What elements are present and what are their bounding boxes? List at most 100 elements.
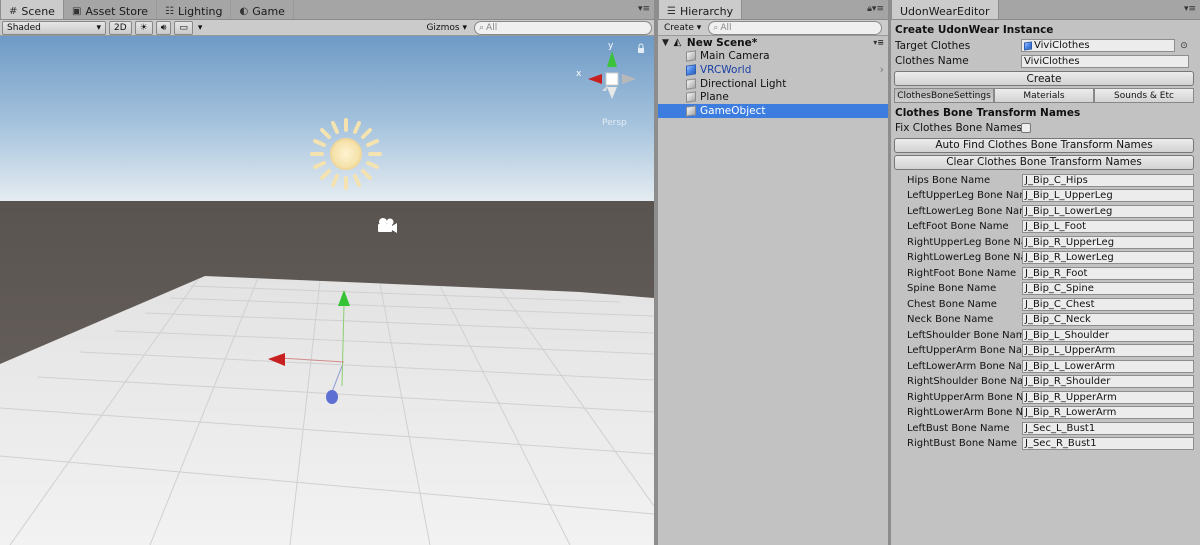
bone-name-label: LeftLowerLeg Bone Name bbox=[907, 205, 1022, 217]
list-item[interactable]: Directional Light bbox=[658, 77, 888, 91]
tab-asset-store[interactable]: ▣ Asset Store bbox=[64, 0, 158, 19]
editor-tabbar: UdonWearEditor ▾≡ bbox=[891, 0, 1200, 20]
bone-name-input[interactable]: J_Bip_L_Foot bbox=[1022, 220, 1194, 234]
tab-label: Lighting bbox=[178, 4, 223, 18]
bone-name-input[interactable]: J_Sec_R_Bust1 bbox=[1022, 437, 1194, 451]
bone-name-label: Chest Bone Name bbox=[907, 298, 997, 310]
game-icon: ◐ bbox=[239, 5, 249, 17]
tab-udonwear-editor[interactable]: UdonWearEditor bbox=[891, 0, 999, 19]
scene-root-label: New Scene* bbox=[686, 36, 758, 49]
persp-label[interactable]: Persp bbox=[602, 118, 627, 128]
create-dropdown[interactable]: Create ▾ bbox=[660, 21, 705, 35]
chevron-right-icon[interactable]: › bbox=[880, 63, 884, 76]
fix-bone-names-checkbox[interactable] bbox=[1021, 122, 1031, 133]
list-item[interactable]: GameObject bbox=[658, 103, 888, 118]
tab-clothes-bone-settings[interactable]: ClothesBoneSettings bbox=[894, 88, 994, 103]
bone-name-input[interactable]: J_Bip_L_UpperLeg bbox=[1022, 189, 1194, 203]
bone-name-input[interactable]: J_Bip_R_UpperArm bbox=[1022, 390, 1194, 404]
scene-panel: # Scene ▣ Asset Store ☷ Lighting ◐ Game … bbox=[0, 0, 654, 545]
auto-find-button[interactable]: Auto Find Clothes Bone Transform Names bbox=[894, 137, 1194, 153]
bone-name-input[interactable]: J_Bip_R_LowerArm bbox=[1022, 406, 1194, 420]
bone-name-input[interactable]: J_Bip_C_Neck bbox=[1022, 313, 1194, 327]
scene-menu-icon[interactable]: ▾≡ bbox=[873, 38, 884, 47]
hierarchy-panel: ☰ Hierarchy 🔒︎▾≡ Create ▾ ⌕ All ▼ ◭ New … bbox=[658, 0, 888, 545]
gameobject-icon bbox=[686, 50, 696, 63]
list-item[interactable]: Main Camera bbox=[658, 50, 888, 64]
2d-toggle[interactable]: 2D bbox=[109, 20, 132, 35]
bone-name-field: RightLowerLeg Bone NameJ_Bip_R_LowerLeg bbox=[894, 250, 1197, 266]
scene-search-input[interactable]: ⌕ All bbox=[474, 20, 652, 35]
bone-name-input[interactable]: J_Bip_C_Hips bbox=[1022, 173, 1194, 187]
list-item[interactable]: Plane bbox=[658, 90, 888, 104]
gameobject-icon bbox=[686, 91, 696, 103]
tab-lighting[interactable]: ☷ Lighting bbox=[157, 0, 232, 19]
sky bbox=[0, 36, 654, 201]
tab-sounds-etc[interactable]: Sounds & Etc bbox=[1094, 88, 1194, 103]
tab-hierarchy[interactable]: ☰ Hierarchy bbox=[658, 0, 743, 19]
shading-mode-dropdown[interactable]: Shaded ▾ bbox=[2, 20, 106, 35]
object-picker-icon[interactable]: ⊙ bbox=[1179, 41, 1189, 51]
create-button[interactable]: Create bbox=[894, 71, 1194, 86]
list-item-label: Plane bbox=[700, 91, 729, 104]
bone-name-input[interactable]: J_Bip_L_Shoulder bbox=[1022, 328, 1194, 342]
tab-label: Scene bbox=[21, 4, 55, 18]
clear-button[interactable]: Clear Clothes Bone Transform Names bbox=[894, 154, 1194, 170]
hierarchy-tabbar: ☰ Hierarchy 🔒︎▾≡ bbox=[658, 0, 888, 20]
expand-arrow-icon[interactable]: ▼ bbox=[662, 38, 669, 48]
bone-list: Hips Bone Name J_Bip_C_Hips LeftUpperLeg B… bbox=[894, 173, 1197, 452]
bone-name-input[interactable]: J_Bip_C_Spine bbox=[1022, 282, 1194, 296]
panel-menu-icon[interactable]: ▾≡ bbox=[1184, 4, 1196, 14]
lighting-toggle-icon[interactable]: ☀ bbox=[134, 20, 153, 35]
list-item[interactable]: VRCWorld › bbox=[658, 63, 888, 77]
scene-viewport[interactable]: y x Persp bbox=[0, 36, 654, 545]
bone-name-field: Chest Bone Name J_Bip_C_Chest bbox=[894, 297, 1197, 313]
fix-bone-names-field: Fix Clothes Bone Names bbox=[894, 120, 1197, 136]
list-item-label: Main Camera bbox=[700, 50, 770, 63]
bone-name-label: Hips Bone Name bbox=[907, 174, 991, 186]
bone-name-input[interactable]: J_Bip_C_Chest bbox=[1022, 297, 1194, 311]
bone-name-field: LeftShoulder Bone Name J_Bip_L_Shoulder bbox=[894, 328, 1197, 344]
panel-menu-icon[interactable]: ▾≡ bbox=[638, 4, 650, 14]
bone-name-input[interactable]: J_Sec_L_Bust1 bbox=[1022, 421, 1194, 435]
panel-menu-icon[interactable]: 🔒︎▾≡ bbox=[867, 4, 884, 14]
sun-icon[interactable] bbox=[310, 118, 382, 190]
tab-label: Asset Store bbox=[85, 4, 149, 18]
bone-name-label: RightUpperArm Bone Name bbox=[907, 391, 1022, 403]
tab-materials[interactable]: Materials bbox=[994, 88, 1094, 103]
lighting-icon: ☷ bbox=[165, 5, 174, 17]
bone-name-input[interactable]: J_Bip_R_Shoulder bbox=[1022, 375, 1194, 389]
tab-scene[interactable]: # Scene bbox=[0, 0, 64, 19]
bone-name-field: Spine Bone Name J_Bip_C_Spine bbox=[894, 281, 1197, 297]
search-placeholder: All bbox=[486, 22, 498, 33]
target-clothes-object-field[interactable]: ViviClothes bbox=[1021, 39, 1175, 53]
gizmos-dropdown[interactable]: Gizmos ▾ bbox=[422, 21, 471, 35]
hierarchy-search-input[interactable]: ⌕ All bbox=[708, 20, 883, 35]
editor-body: Create UdonWear Instance Target Clothes … bbox=[891, 20, 1200, 452]
bone-name-field: RightUpperLeg Bone NameJ_Bip_R_UpperLeg bbox=[894, 235, 1197, 251]
bone-name-input[interactable]: J_Bip_R_UpperLeg bbox=[1022, 235, 1194, 249]
bone-name-field: LeftLowerArm Bone NameJ_Bip_L_LowerArm bbox=[894, 359, 1197, 375]
effects-toggle-icon[interactable]: ▭ bbox=[174, 20, 193, 35]
bone-name-input[interactable]: J_Bip_L_LowerLeg bbox=[1022, 204, 1194, 218]
tab-game[interactable]: ◐ Game bbox=[231, 0, 294, 19]
list-item-label: VRCWorld bbox=[700, 63, 752, 76]
clothes-name-input[interactable]: ViviClothes bbox=[1021, 54, 1189, 68]
bone-name-field: LeftUpperArm Bone NameJ_Bip_L_UpperArm bbox=[894, 343, 1197, 359]
tab-label: Hierarchy bbox=[679, 4, 734, 18]
scene-root-row[interactable]: ▼ ◭ New Scene* ▾≡ bbox=[658, 36, 888, 50]
list-item-label: GameObject bbox=[700, 104, 766, 117]
bone-name-label: LeftBust Bone Name bbox=[907, 422, 1010, 434]
audio-toggle-icon[interactable]: 🔊︎ bbox=[155, 20, 172, 35]
bone-name-label: LeftUpperLeg Bone Name bbox=[907, 190, 1022, 202]
bone-name-input[interactable]: J_Bip_L_UpperArm bbox=[1022, 344, 1194, 358]
effects-dropdown-icon[interactable]: ▾ bbox=[196, 21, 205, 35]
bone-name-field: RightLowerArm Bone NameJ_Bip_R_LowerArm bbox=[894, 405, 1197, 421]
bone-name-input[interactable]: J_Bip_L_LowerArm bbox=[1022, 359, 1194, 373]
shading-mode-label: Shaded bbox=[7, 22, 41, 33]
chevron-down-icon: ▾ bbox=[96, 22, 101, 33]
bone-name-input[interactable]: J_Bip_R_Foot bbox=[1022, 266, 1194, 280]
prefab-icon bbox=[686, 64, 696, 76]
bone-name-input[interactable]: J_Bip_R_LowerLeg bbox=[1022, 251, 1194, 265]
move-z-handle-icon[interactable] bbox=[326, 390, 338, 404]
bone-name-label: RightFoot Bone Name bbox=[907, 267, 1017, 279]
